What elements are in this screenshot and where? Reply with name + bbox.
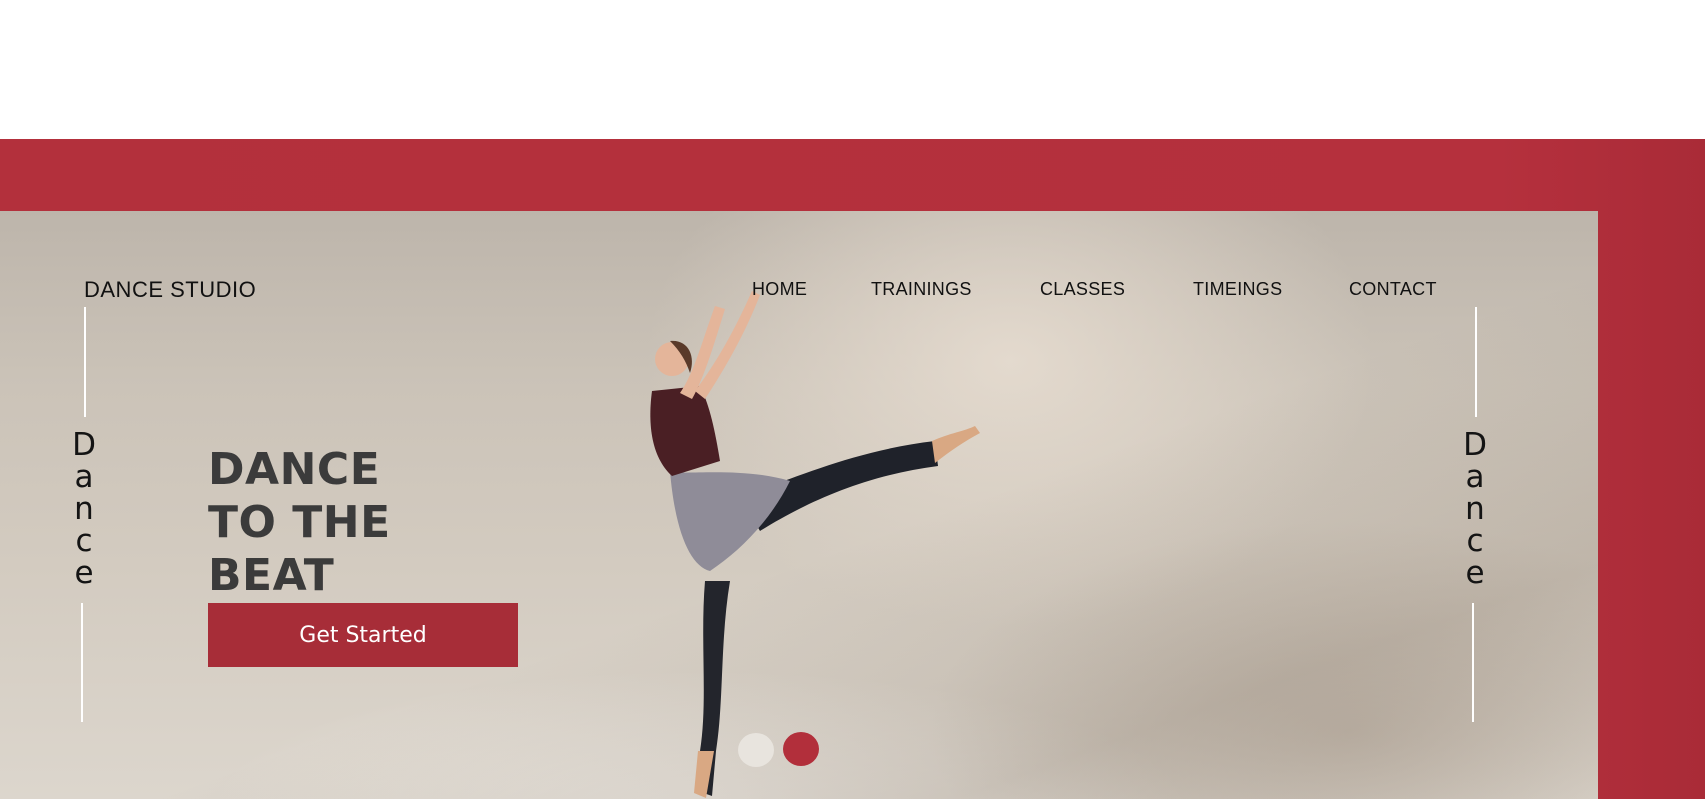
nav-timeings[interactable]: TIMEINGS: [1193, 279, 1282, 300]
right-vertical-dance-text: Dance: [1455, 429, 1495, 589]
headline-line-2: TO THE: [208, 497, 391, 548]
hero-headline: DANCE TO THE BEAT: [208, 443, 391, 602]
vertical-letter: n: [74, 491, 94, 527]
hero-section: DANCE STUDIO HOME TRAININGS CLASSES TIME…: [0, 211, 1598, 799]
slider-dot-1[interactable]: [738, 733, 774, 767]
vertical-letter: D: [72, 427, 96, 463]
headline-line-1: DANCE: [208, 444, 381, 495]
nav-classes[interactable]: CLASSES: [1040, 279, 1125, 300]
vertical-letter: e: [74, 555, 94, 591]
vertical-letter: c: [75, 523, 93, 559]
nav-home[interactable]: HOME: [752, 279, 807, 300]
right-divider-top: [1475, 307, 1477, 417]
vertical-letter: e: [1465, 555, 1485, 591]
left-divider-top: [84, 307, 86, 417]
ballerina-image: [650, 291, 980, 798]
left-vertical-dance-text: Dance: [64, 429, 104, 589]
vertical-letter: D: [1463, 427, 1487, 463]
left-divider-bottom: [81, 603, 83, 722]
get-started-button[interactable]: Get Started: [208, 603, 518, 667]
nav-trainings[interactable]: TRAININGS: [871, 279, 972, 300]
headline-line-3: BEAT: [208, 550, 335, 601]
slider-dot-2-active[interactable]: [783, 732, 819, 766]
nav-contact[interactable]: CONTACT: [1349, 279, 1437, 300]
right-divider-bottom: [1472, 603, 1474, 722]
vertical-letter: n: [1465, 491, 1485, 527]
vertical-letter: a: [1465, 459, 1485, 495]
vertical-letter: c: [1466, 523, 1484, 559]
brand-logo[interactable]: DANCE STUDIO: [84, 277, 256, 303]
top-blank-area: [0, 0, 1705, 139]
vertical-letter: a: [74, 459, 94, 495]
